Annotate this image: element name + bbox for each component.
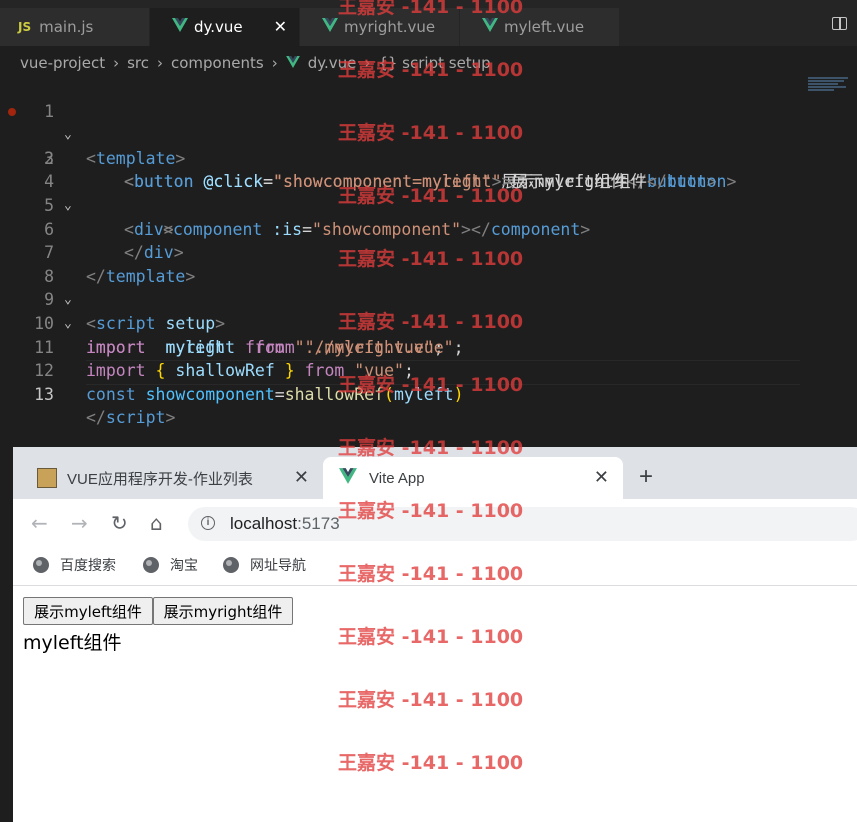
browser-toolbar: ← → ↻ ⌂ i localhost:5173 [13, 499, 857, 547]
tab-label: dy.vue [194, 18, 243, 36]
show-myright-button[interactable]: 展示myright组件 [153, 597, 293, 625]
home-icon[interactable]: ⌂ [150, 511, 163, 535]
forward-arrow-icon[interactable]: → [71, 511, 88, 535]
tab-label: myleft.vue [504, 18, 585, 36]
breakpoint-icon[interactable] [8, 107, 16, 116]
close-icon[interactable]: ✕ [274, 17, 287, 36]
tab-label: main.js [39, 18, 94, 36]
code-line: 11 import { shallowRef } from "vue"; [0, 312, 800, 381]
vue-icon [482, 18, 498, 36]
page-content: 展示myleft组件 展示myright组件 myleft组件 [13, 586, 857, 822]
code-line: 13 </script> [0, 359, 800, 428]
bookmark-label: 网址导航 [250, 558, 306, 574]
component-output: myleft组件 [23, 632, 122, 654]
code-line: 7 </template> [0, 218, 800, 286]
chevron-right-icon: › [271, 54, 278, 72]
show-myleft-button[interactable]: 展示myleft组件 [23, 597, 153, 625]
breadcrumb: vue-project › src › components › dy.vue … [20, 52, 491, 74]
code-line: 3 <button @click="showcomponent=myright"… [0, 123, 800, 192]
code-line: 1 ⌄ <template> [0, 76, 800, 168]
globe-icon [33, 557, 49, 573]
chevron-right-icon: › [157, 54, 163, 72]
browser-tab-title: Vite App [369, 469, 425, 487]
vue-icon [172, 18, 188, 36]
vue-icon [285, 54, 300, 72]
editor-tab-bar: JS main.js dy.vue ✕ myright.vue myleft.v… [0, 0, 857, 46]
breadcrumb-item[interactable]: dy.vue [308, 54, 357, 72]
tab-myleft-vue[interactable]: myleft.vue [460, 8, 620, 46]
new-tab-button[interactable]: + [639, 463, 653, 491]
globe-icon [223, 557, 239, 573]
url-text: localhost:5173 [230, 514, 340, 533]
bookmark-nav[interactable]: 网址导航 [223, 555, 306, 575]
browser-tab-vite-app[interactable]: Vite App ✕ [323, 457, 623, 499]
back-arrow-icon[interactable]: ← [31, 511, 48, 535]
code-line: 12 const showcomponent=shallowRef(myleft… [0, 336, 800, 404]
globe-icon [143, 557, 159, 573]
address-bar[interactable]: i localhost:5173 [188, 507, 857, 541]
bookmarks-bar: 百度搜索 淘宝 网址导航 [13, 547, 857, 586]
breadcrumb-item[interactable]: src [127, 54, 149, 72]
breadcrumb-item[interactable]: vue-project [20, 54, 105, 72]
split-editor-icon[interactable] [832, 17, 847, 30]
code-line: 10 import myright from "./myright.vue"; [0, 288, 800, 357]
code-editor[interactable]: 1 ⌄ <template> 2 <button @click="showcom… [0, 76, 857, 428]
close-tab-icon[interactable]: ✕ [294, 467, 309, 488]
site-info-icon[interactable]: i [201, 516, 215, 530]
code-line: 9 ⌄ import myleft from "./myleft.vue"; [0, 265, 800, 356]
breadcrumb-item[interactable]: {} script setup [378, 54, 490, 72]
line-number: 13 [34, 384, 54, 404]
bookmark-label: 百度搜索 [60, 558, 116, 574]
browser-window: VUE应用程序开发-作业列表 ✕ Vite App ✕ + ← → ↻ ⌂ i … [13, 447, 857, 822]
close-tab-icon[interactable]: ✕ [594, 467, 609, 488]
reload-icon[interactable]: ↻ [111, 511, 128, 535]
browser-tab-homework[interactable]: VUE应用程序开发-作业列表 ✕ [23, 457, 323, 499]
code-line: 5 <component :is="showcomponent"></compo… [0, 170, 800, 239]
bookmark-label: 淘宝 [170, 558, 198, 574]
browser-tab-title: VUE应用程序开发-作业列表 [67, 470, 253, 488]
vue-icon [322, 18, 338, 36]
tab-main-js[interactable]: JS main.js [0, 8, 150, 46]
tab-myright-vue[interactable]: myright.vue [300, 8, 460, 46]
chevron-right-icon: › [364, 54, 371, 72]
vue-icon [339, 468, 357, 488]
code-line: 6 </div> [0, 194, 800, 263]
chevron-right-icon: › [113, 54, 120, 72]
bookmark-taobao[interactable]: 淘宝 [143, 555, 198, 575]
tab-dy-vue[interactable]: dy.vue ✕ [150, 8, 300, 46]
code-line: 8 ⌄ <script setup> [0, 241, 800, 333]
browser-tab-strip: VUE应用程序开发-作业列表 ✕ Vite App ✕ + [13, 447, 857, 499]
code-line: 2 <button @click="showcomponent=myleft">… [0, 100, 800, 191]
js-icon: JS [18, 20, 32, 34]
bookmark-baidu[interactable]: 百度搜索 [33, 555, 116, 575]
tiger-favicon-icon [37, 468, 57, 488]
code-line: 4 ⌄ <div> [0, 147, 800, 238]
tab-label: myright.vue [344, 18, 436, 36]
breadcrumb-item[interactable]: components [171, 54, 264, 72]
